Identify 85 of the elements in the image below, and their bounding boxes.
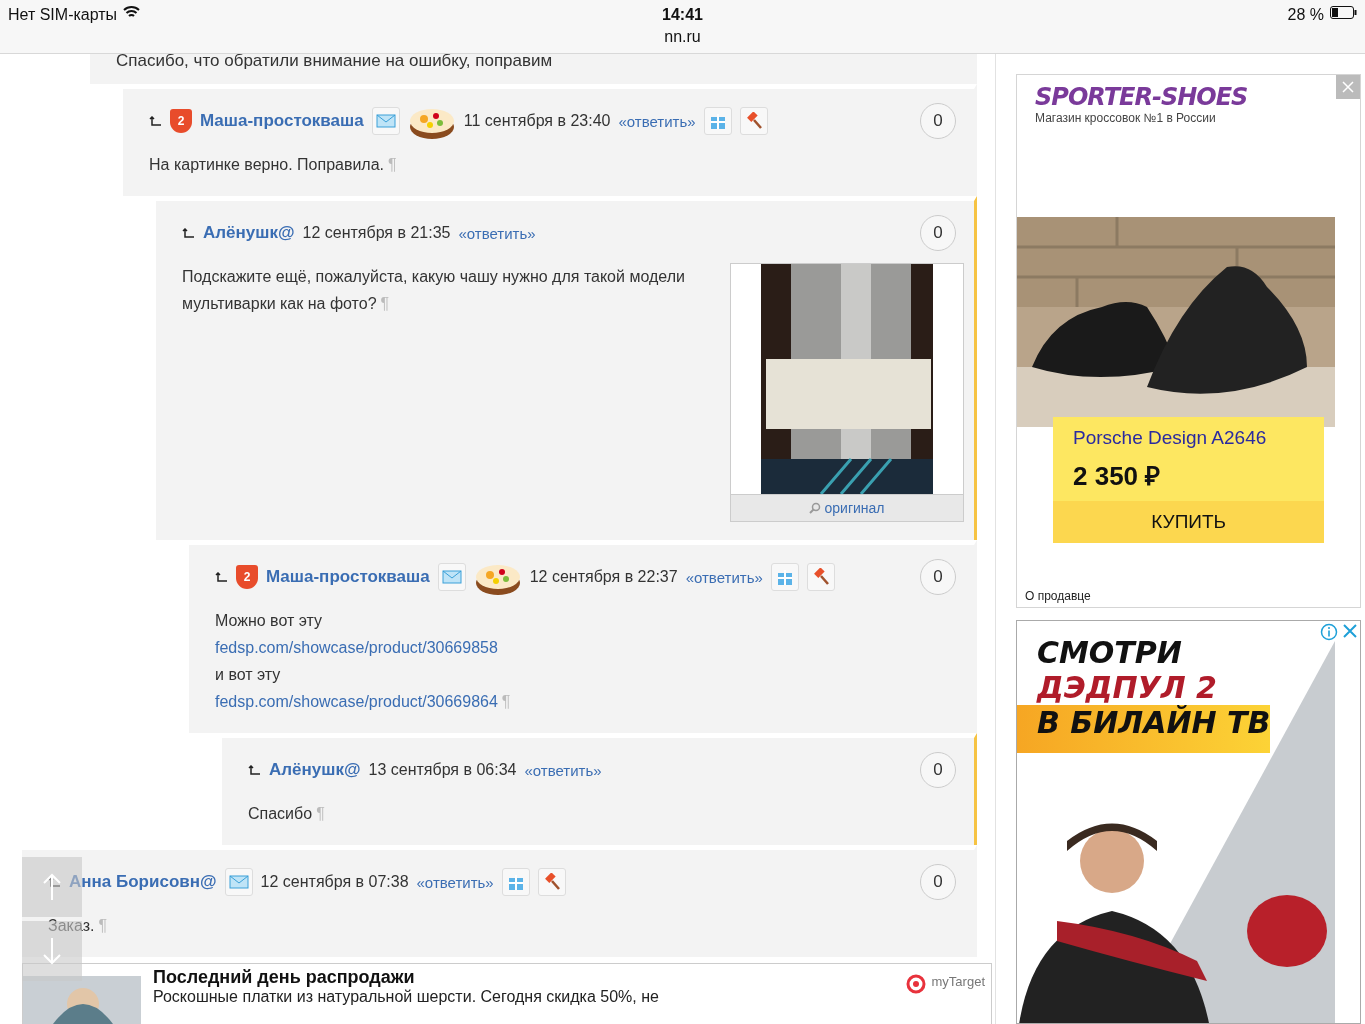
close-button[interactable] (1336, 75, 1361, 99)
mail-button[interactable] (371, 107, 400, 135)
wifi-icon (123, 6, 141, 19)
battery-percent: 28 % (1287, 6, 1324, 24)
envelope-icon (228, 875, 249, 889)
rank-shield-badge: 2 (170, 109, 192, 133)
rank-shield-badge: 2 (236, 565, 258, 589)
shop-logo: SPORTER-SHOES (1035, 83, 1248, 111)
gift-icon (506, 873, 525, 891)
comment-date: 12 сентября в 22:37 (529, 568, 678, 586)
comment-text: Спасибо ¶ (248, 804, 326, 824)
comment-text: На картинке верно. Поправила. ¶ (149, 155, 398, 175)
battery-icon (1330, 6, 1357, 19)
product-link[interactable]: fedsp.com/showcase/product/30669858 (215, 639, 498, 656)
gift-icon (708, 112, 727, 130)
reply-arrow-icon (248, 764, 261, 776)
reply-link[interactable]: «ответить» (685, 568, 763, 586)
gift-button[interactable] (703, 107, 732, 135)
comment-text: Подскажите ещё, пожалуйста, какую чашу нужно для такой модели мультиварки как на фото? ¶ (182, 267, 686, 314)
comment-text: Можно вот эту (215, 611, 324, 631)
gavel-button[interactable] (739, 107, 768, 135)
ad-banner[interactable]: Последний день распродажи Роскошные платки из натуральной шерсти. Сегодня скидка 50%, не myTarget (22, 963, 992, 1024)
author-link[interactable]: Алёнушк@ (203, 223, 295, 243)
photo-attachment[interactable]: оригинал (730, 263, 964, 522)
comment-date: 13 сентября в 06:34 (368, 761, 517, 779)
clock-time: 14:41 (662, 6, 703, 24)
product-price: 2 350 ₽ (1072, 460, 1162, 493)
info-icon[interactable] (1320, 623, 1339, 641)
comment-date: 12 сентября в 07:38 (260, 873, 409, 891)
envelope-icon (441, 570, 462, 584)
author-link[interactable]: Маша-простокваша (200, 111, 364, 131)
shoe-ad[interactable]: SPORTER-SHOES Магазин кроссовок №1 в России Porsche Design A2646 2 350 ₽ КУПИТЬ О продавце (1016, 74, 1362, 608)
reply-arrow-icon (149, 115, 162, 127)
gavel-icon (811, 568, 830, 586)
close-icon (1342, 81, 1355, 93)
movie-title: ДЭДПУЛ 2 (1035, 670, 1217, 705)
gift-icon (775, 568, 794, 586)
up-arrow-icon (42, 872, 62, 902)
gavel-button[interactable] (806, 563, 835, 591)
magnifier-icon (809, 502, 822, 514)
rating-counter[interactable]: 0 (920, 559, 956, 595)
gift-button[interactable] (501, 868, 530, 896)
reply-arrow-icon (182, 227, 195, 239)
product-name: Porsche Design A2646 (1072, 426, 1268, 449)
pilcrow-mark: ¶ (501, 693, 511, 710)
ad-slogan: В БИЛАЙН ТВ (1036, 705, 1271, 740)
mail-button[interactable] (437, 563, 466, 591)
ad-headline: СМОТРИ (1036, 635, 1182, 670)
seller-link[interactable]: О продавце (1025, 589, 1361, 603)
reply-arrow-icon (48, 876, 61, 888)
gavel-button[interactable] (537, 868, 566, 896)
reply-link[interactable]: «ответить» (458, 224, 536, 242)
carrier-label: Нет SIM-карты (8, 6, 118, 24)
ad-title: Последний день распродажи (153, 967, 416, 988)
rating-counter[interactable]: 0 (920, 215, 956, 251)
comment-date: 12 сентября в 21:35 (302, 224, 451, 242)
product-link[interactable]: fedsp.com/showcase/product/30669864 (215, 693, 498, 710)
author-link[interactable]: Маша-простокваша (266, 567, 430, 587)
rating-counter[interactable]: 0 (920, 864, 956, 900)
gift-button[interactable] (770, 563, 799, 591)
rating-counter[interactable]: 0 (920, 103, 956, 139)
target-logo-icon (905, 974, 926, 994)
author-link[interactable]: Анна Борисовн@ (69, 872, 217, 892)
tv-ad[interactable]: СМОТРИ ДЭДПУЛ 2 В БИЛАЙН ТВ (1016, 620, 1362, 1024)
comment-text: Спасибо, что обратили внимание на ошибку, поправим (116, 54, 553, 70)
shop-tagline: Магазин кроссовок №1 в России (1035, 111, 1217, 125)
rating-counter[interactable]: 0 (920, 752, 956, 788)
mail-button[interactable] (224, 868, 253, 896)
comment-date: 11 сентября в 23:40 (463, 112, 611, 130)
reply-link[interactable]: «ответить» (416, 873, 494, 891)
original-link[interactable]: оригинал (731, 494, 963, 521)
ad-network-label: myTarget (931, 974, 985, 989)
page-url: nn.ru (664, 28, 701, 46)
gavel-icon (744, 112, 763, 130)
reply-link[interactable]: «ответить» (524, 761, 602, 779)
ad-description: Роскошные платки из натуральной шерсти. Сегодня скидка 50%, не (153, 988, 660, 1006)
reply-link[interactable]: «ответить» (618, 112, 696, 130)
envelope-icon (375, 114, 396, 128)
gavel-icon (542, 873, 561, 891)
reply-arrow-icon (215, 571, 228, 583)
comment-text: и вот эту (215, 665, 282, 685)
comment-text: Заказ. ¶ (48, 916, 108, 936)
author-link[interactable]: Алёнушк@ (269, 760, 361, 780)
buy-button[interactable]: КУПИТЬ (1053, 501, 1325, 543)
close-icon[interactable] (1342, 623, 1359, 639)
